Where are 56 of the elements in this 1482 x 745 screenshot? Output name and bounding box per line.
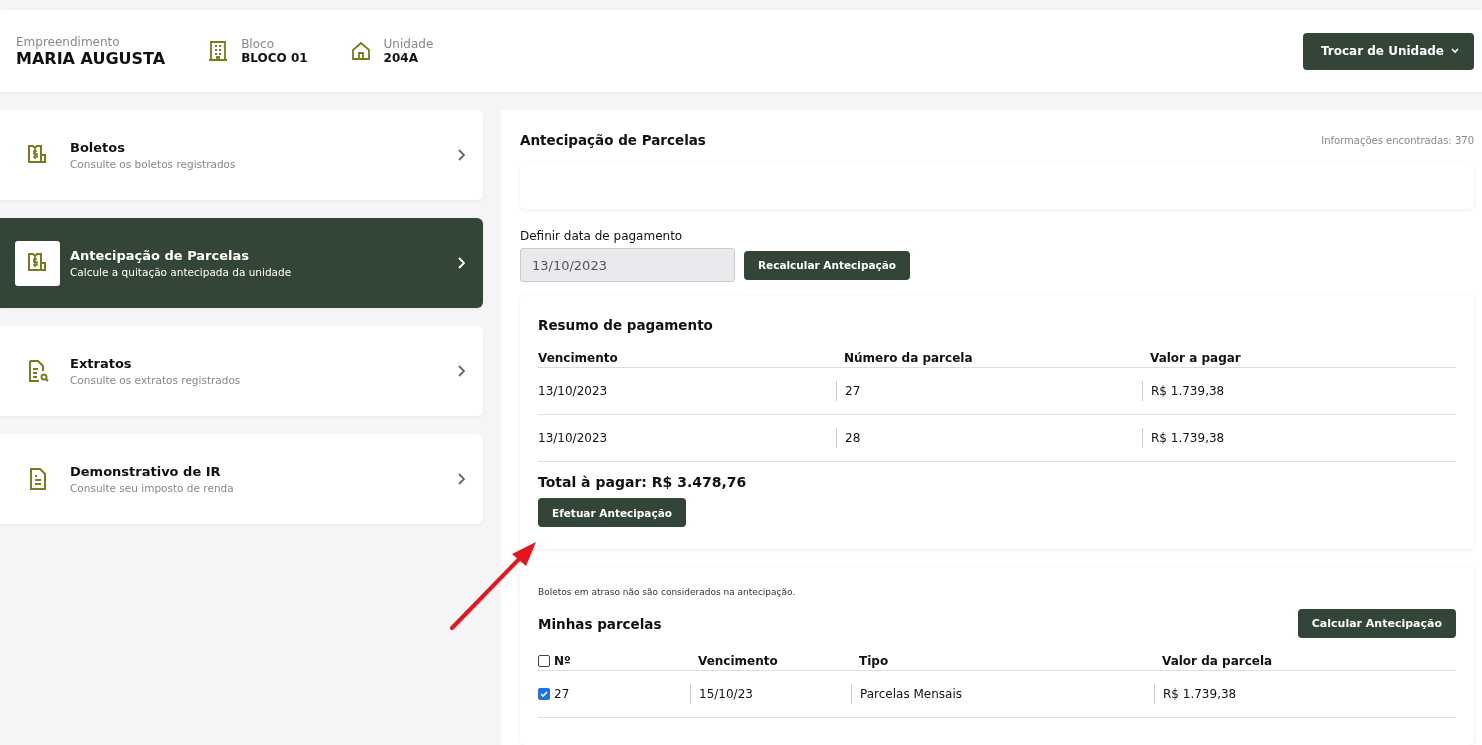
unit-label: Unidade xyxy=(383,37,434,51)
chevron-right-icon xyxy=(457,365,465,377)
switch-unit-button[interactable]: Trocar de Unidade xyxy=(1302,32,1474,70)
confirm-button[interactable]: Efetuar Antecipação xyxy=(538,498,686,527)
block-value: BLOCO 01 xyxy=(241,51,308,65)
chevron-right-icon xyxy=(457,149,465,161)
date-field[interactable]: 13/10/2023 xyxy=(520,248,735,282)
chevron-right-icon xyxy=(457,257,465,269)
page-title: Antecipação de Parcelas xyxy=(520,132,706,148)
column-header: Vencimento xyxy=(698,654,779,668)
table-cell: R$ 1.739,38 xyxy=(1142,428,1456,448)
installments-title: Minhas parcelas xyxy=(538,615,662,632)
chevron-right-icon xyxy=(457,473,465,485)
column-header: Vencimento xyxy=(538,351,619,365)
unit-value: 204A xyxy=(383,51,419,65)
sidebar-item[interactable]: Antecipação de Parcelas Calcule a quitação antecipada da unidade xyxy=(0,218,483,308)
sidebar-item-subtitle: Consulte seu imposto de renda xyxy=(70,482,235,494)
row-checkbox[interactable] xyxy=(538,688,550,700)
table-cell-text: 13/10/2023 xyxy=(538,384,609,398)
table-cell: Parcelas Mensais xyxy=(851,684,1162,704)
sidebar-item-title: Demonstrativo de IR xyxy=(70,464,222,479)
sidebar-item-subtitle: Consulte os extratos registrados xyxy=(70,374,242,386)
sidebar-item[interactable]: Extratos Consulte os extratos registrados xyxy=(0,326,483,416)
summary-title: Resumo de pagamento xyxy=(538,317,713,333)
sidebar-item-subtitle: Calcule a quitação antecipada da unidade xyxy=(70,266,293,278)
table-cell: R$ 1.739,38 xyxy=(1154,684,1456,704)
table-cell: 27 xyxy=(554,687,570,701)
column-header: Valor a pagar xyxy=(1150,351,1242,365)
date-label: Definir data de pagamento xyxy=(520,229,684,243)
project-label: Empreendimento xyxy=(16,34,121,49)
note-text: Boletos em atraso não são considerados na antecipação. xyxy=(538,587,796,597)
total-amount: Total à pagar: R$ 3.478,76 xyxy=(538,474,747,490)
sidebar-item-title: Antecipação de Parcelas xyxy=(70,248,251,263)
house-icon xyxy=(351,42,370,60)
column-header: Número da parcela xyxy=(844,351,974,365)
sidebar-item-title: Extratos xyxy=(70,356,133,371)
select-all-checkbox[interactable] xyxy=(538,655,550,667)
sidebar-item[interactable]: Boletos Consulte os boletos registrados xyxy=(0,110,483,200)
table-cell: 28 xyxy=(836,428,1150,448)
calculate-button[interactable]: Calcular Antecipação xyxy=(1297,609,1456,638)
table-cell: 15/10/23 xyxy=(690,684,859,704)
table-cell-text: 13/10/2023 xyxy=(538,431,609,445)
project-name: MARIA AUGUSTA xyxy=(16,48,166,68)
table-cell: 27 xyxy=(836,381,1150,401)
sidebar-item-title: Boletos xyxy=(70,140,126,155)
column-header: Valor da parcela xyxy=(1162,654,1274,668)
sidebar-item-subtitle: Consulte os boletos registrados xyxy=(70,158,237,170)
table-cell: R$ 1.739,38 xyxy=(1142,381,1456,401)
column-header: Nº xyxy=(554,654,571,668)
column-header: Tipo xyxy=(859,654,890,668)
recalculate-button[interactable]: Recalcular Antecipação xyxy=(744,250,911,280)
caret-icon xyxy=(1450,47,1460,55)
results-count: Informações encontradas: 370 xyxy=(1321,134,1474,146)
sidebar-item[interactable]: Demonstrativo de IR Consulte seu imposto de renda xyxy=(0,434,483,524)
block-label: Bloco xyxy=(241,37,275,51)
building-icon xyxy=(209,41,228,61)
